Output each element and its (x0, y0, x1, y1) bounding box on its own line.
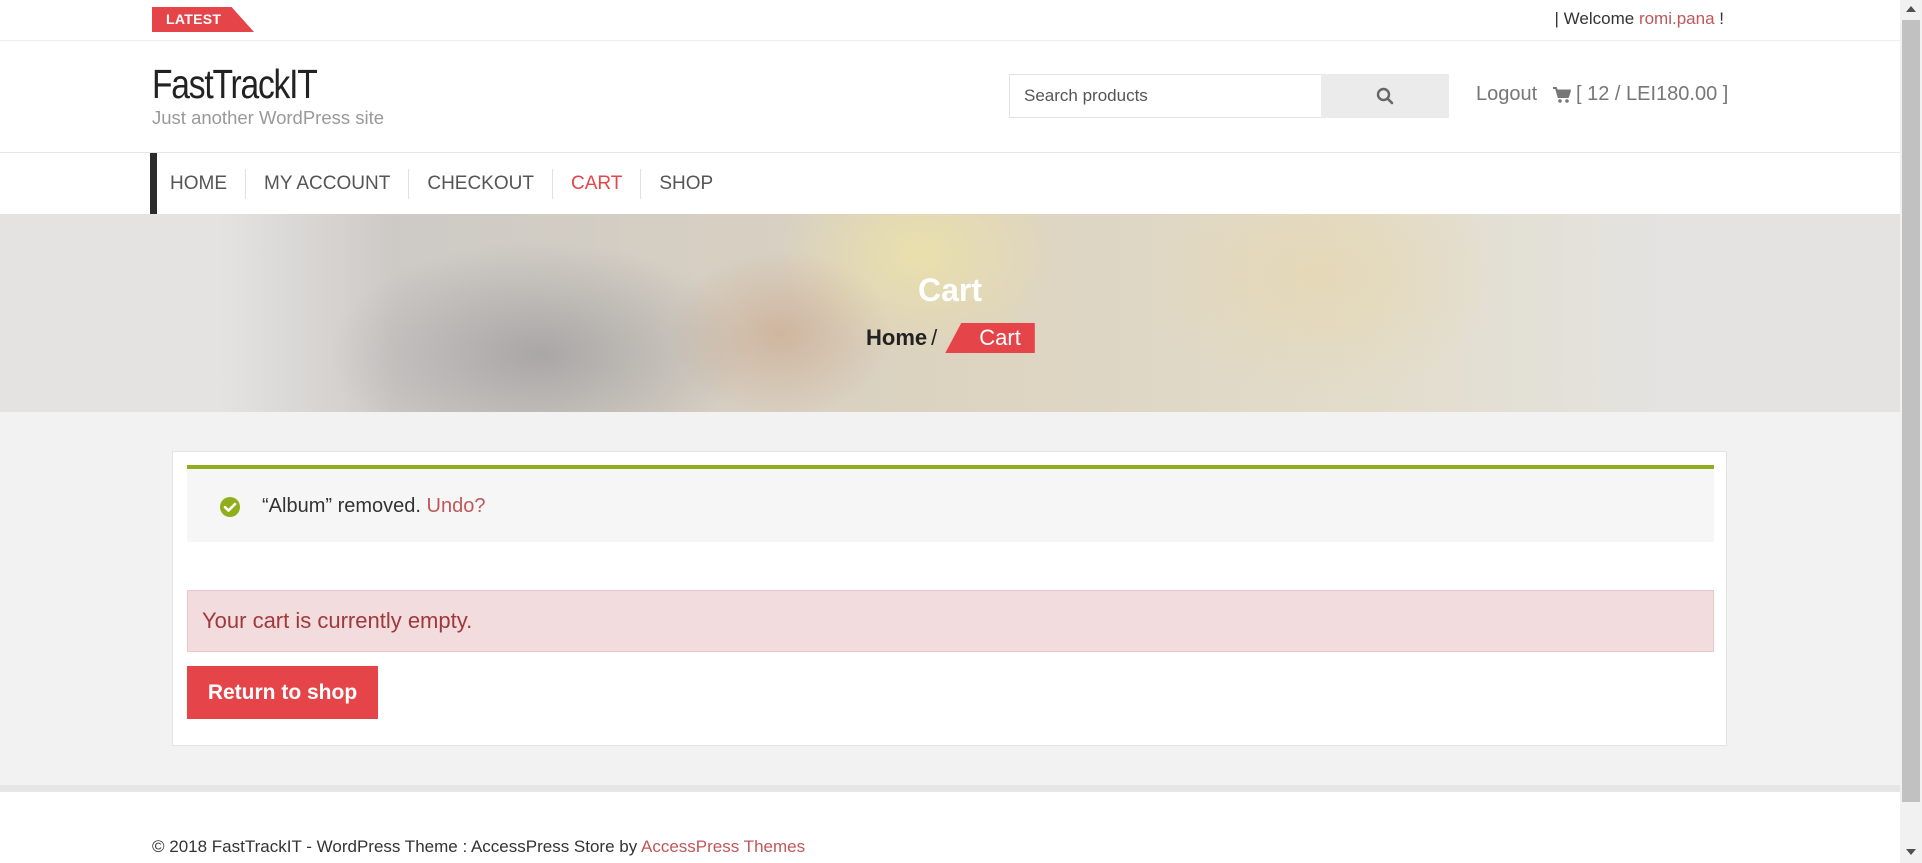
mini-cart-link[interactable]: [ 12 / LEI180.00 ] (1552, 83, 1728, 106)
cart-empty-message: Your cart is currently empty. (187, 590, 1714, 652)
main-navigation: HOME MY ACCOUNT CHECKOUT CART SHOP (0, 153, 1900, 214)
nav-item-shop[interactable]: SHOP (640, 168, 731, 199)
banner-background-image (220, 214, 1670, 412)
return-to-shop-button[interactable]: Return to shop (187, 666, 378, 719)
shopping-cart-icon (1553, 86, 1571, 103)
breadcrumb-current: Cart (945, 323, 1035, 353)
nav-item-checkout[interactable]: CHECKOUT (408, 168, 552, 199)
welcome-message: | Welcome romi.pana ! (1555, 9, 1724, 29)
site-footer: © 2018 FastTrackIT - WordPress Theme : A… (0, 792, 1900, 863)
cart-panel: “Album” removed. Undo? Your cart is curr… (172, 451, 1727, 746)
latest-badge: LATEST (152, 7, 254, 32)
site-header: FastTrackIT Just another WordPress site … (0, 41, 1900, 153)
search-button[interactable] (1321, 74, 1449, 118)
nav-item-home[interactable]: HOME (157, 169, 245, 199)
notice-message: “Album” removed. (262, 495, 421, 517)
cart-summary: [ 12 / LEI180.00 ] (1576, 83, 1729, 105)
breadcrumb-separator: / (931, 325, 938, 350)
success-notice: “Album” removed. Undo? (187, 465, 1714, 542)
main-content: “Album” removed. Undo? Your cart is curr… (0, 412, 1900, 785)
scroll-up-arrow-icon[interactable] (1906, 6, 1916, 12)
page-scrollbar[interactable] (1900, 0, 1922, 863)
search-icon (1376, 87, 1394, 105)
page-banner: Cart Home / Cart (0, 214, 1900, 412)
search-input[interactable] (1009, 74, 1321, 118)
undo-link[interactable]: Undo? (427, 495, 486, 517)
scrollbar-thumb[interactable] (1902, 20, 1920, 802)
check-circle-icon (220, 497, 240, 517)
product-search-form (1009, 74, 1449, 118)
top-bar: LATEST | Welcome romi.pana ! (0, 0, 1900, 41)
welcome-suffix: ! (1714, 9, 1724, 28)
welcome-prefix: | Welcome (1554, 9, 1639, 28)
nav-item-cart[interactable]: CART (551, 168, 640, 199)
nav-accent-bar (150, 153, 157, 214)
copyright-prefix: © 2018 FastTrackIT - WordPress Theme : A… (152, 837, 642, 856)
site-title[interactable]: FastTrackIT (152, 61, 318, 108)
site-tagline: Just another WordPress site (152, 107, 385, 128)
scroll-down-arrow-icon[interactable] (1906, 849, 1916, 855)
logout-link[interactable]: Logout (1476, 83, 1537, 106)
copyright-text: © 2018 FastTrackIT - WordPress Theme : A… (152, 837, 805, 857)
page-title: Cart (917, 272, 982, 308)
username-link[interactable]: romi.pana (1639, 9, 1715, 28)
theme-credit-link[interactable]: AccessPress Themes (641, 837, 805, 856)
nav-item-my-account[interactable]: MY ACCOUNT (245, 168, 408, 199)
breadcrumb: Home / Cart (866, 323, 1035, 353)
footer-divider (0, 785, 1900, 792)
breadcrumb-home[interactable]: Home (866, 325, 927, 351)
